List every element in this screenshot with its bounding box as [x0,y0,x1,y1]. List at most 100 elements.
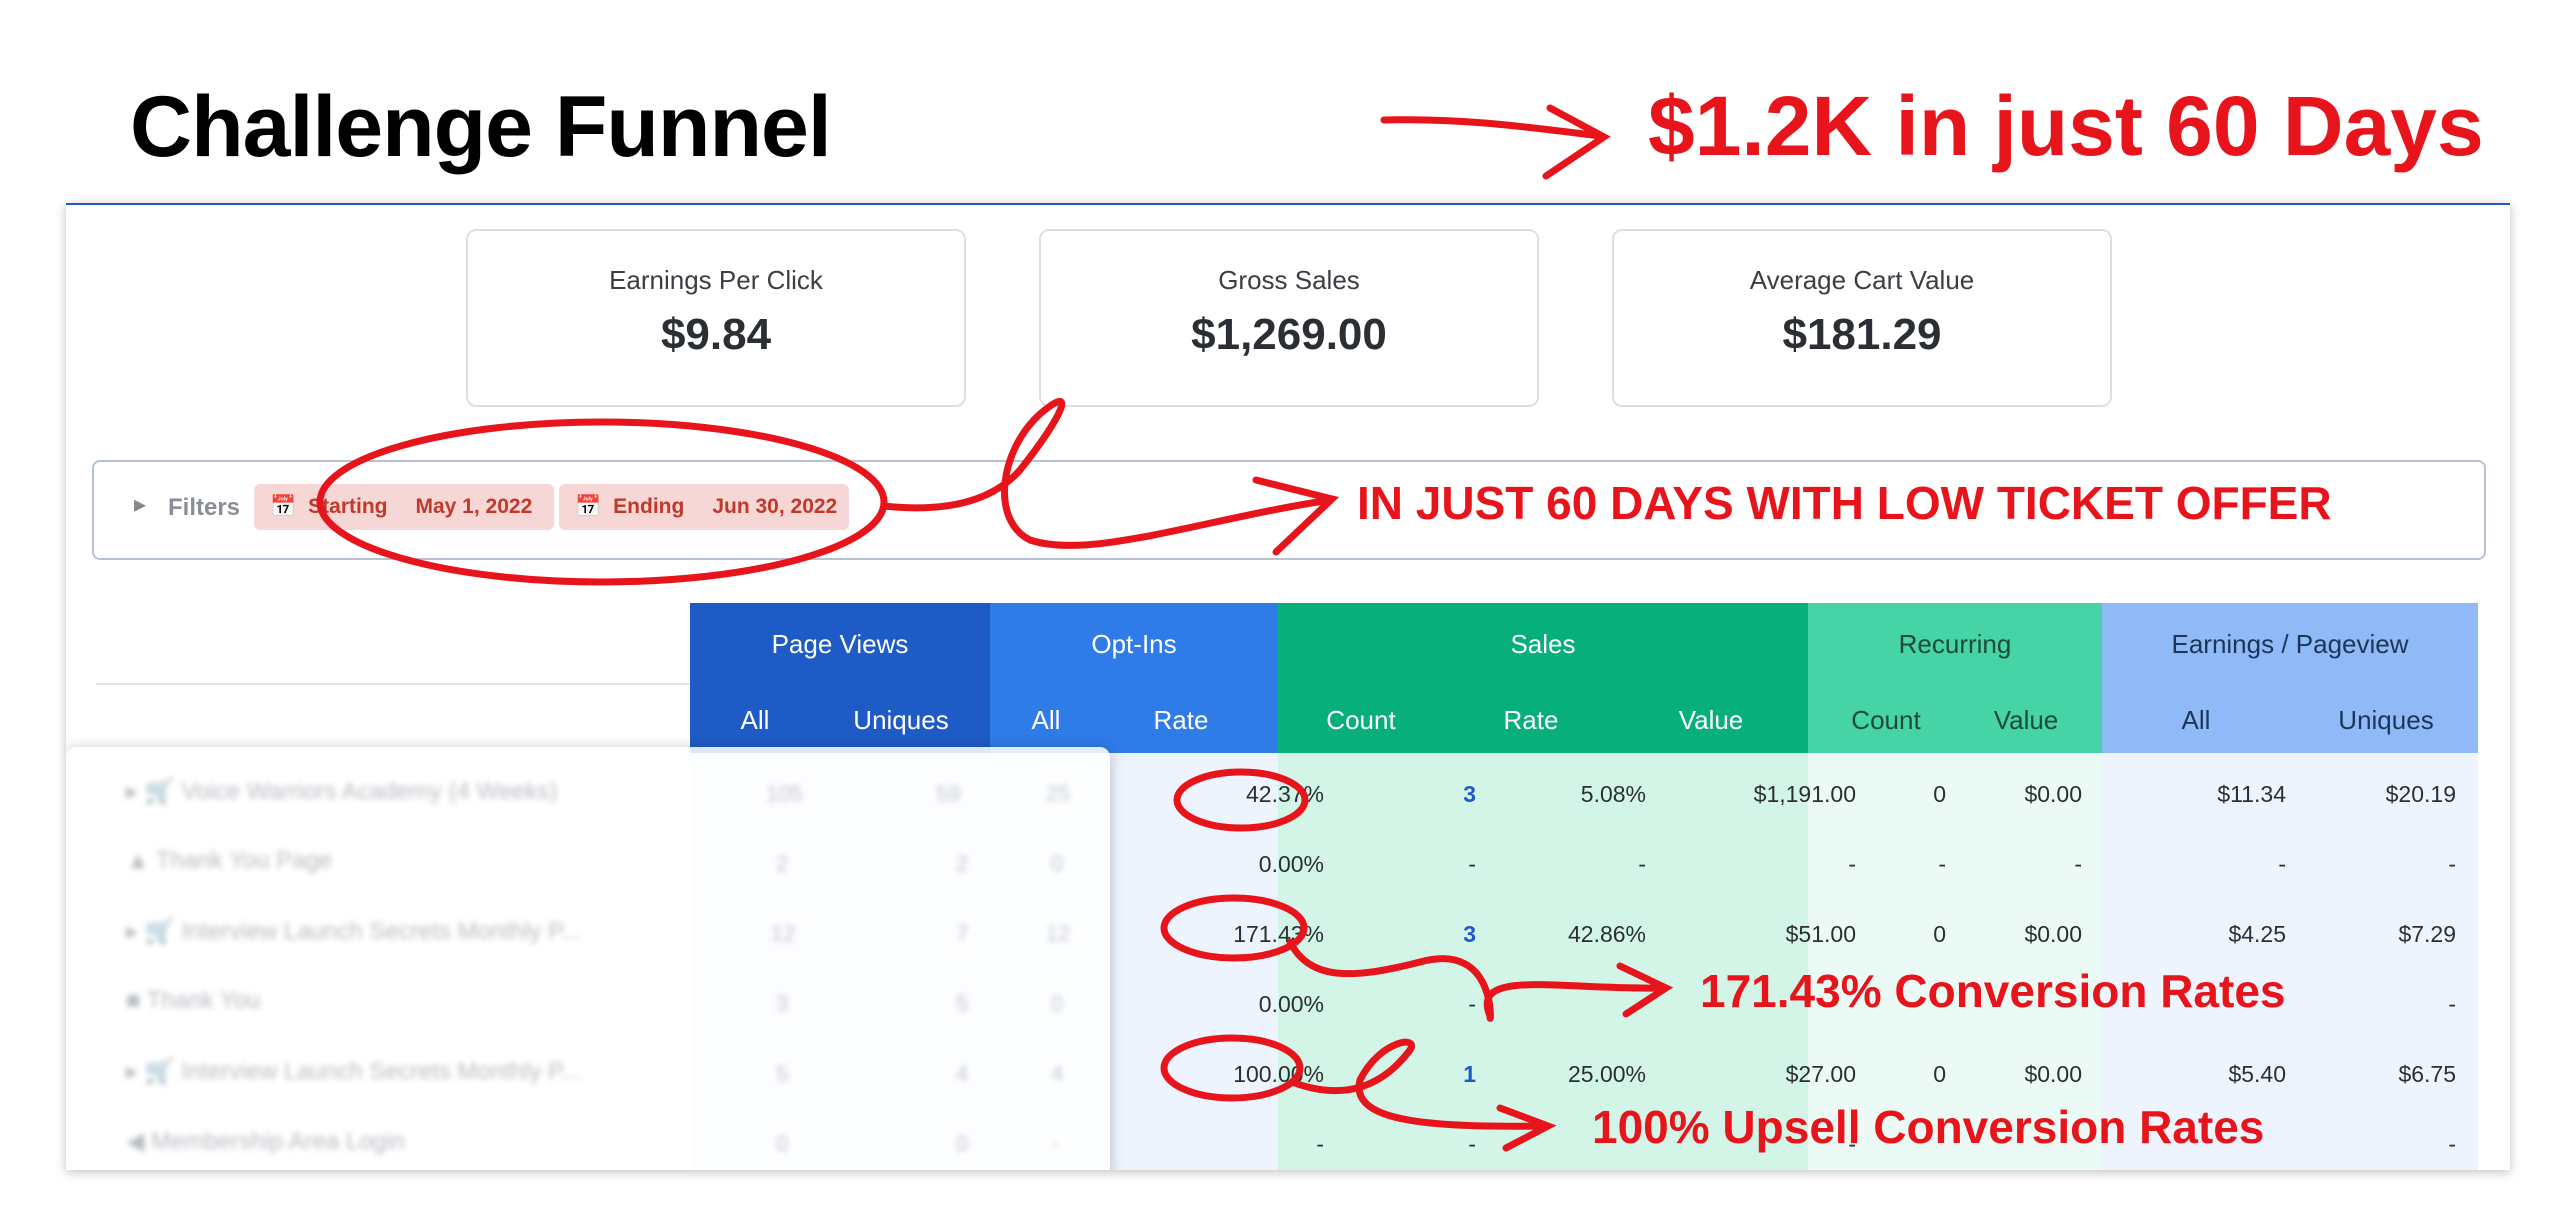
headline-arrow-line [1380,116,1604,140]
ghost-pv-all: 0 [776,1131,789,1156]
stat-value: $1,269.00 [1191,310,1387,359]
stat-label: Average Cart Value [1749,265,1975,295]
cell-sales-rate: 42.86% [1567,921,1646,947]
divider [96,683,756,685]
ghost-pv-all: 5 [776,1061,789,1086]
stat-value: $9.84 [660,310,772,359]
cell-epv-uniques: $6.75 [2398,1061,2456,1087]
cell-sales-count[interactable]: 1 [1396,1061,1476,1088]
stat-card-gross-sales: Gross Sales $1,269.00 [1039,229,1539,407]
step-row[interactable]: ▸ 🛒 Interview Launch Secrets Monthly P..… [126,917,581,946]
cell-opt-rate: 0.00% [1258,991,1324,1017]
ghost-pv-uniques: 2 [956,851,969,876]
ghost-opt-all: 0 [1051,991,1064,1016]
ghost-pv-all: 2 [776,851,789,876]
ghost-pv-uniques: 5 [956,991,969,1016]
step-row[interactable]: ▸ 🛒 Interview Launch Secrets Monthly P..… [126,1057,581,1086]
blurred-steps-overlay: ▸ 🛒 Voice Warriors Academy (4 Weeks) ▲ T… [66,747,1110,1170]
cell-rec-count: 0 [1933,1061,1946,1087]
subheader-opt-all[interactable]: All [1006,705,1086,736]
chip-date: Jun 30, 2022 [712,495,838,518]
step-row[interactable]: ▲ Thank You Page [126,847,332,875]
ghost-opt-all: - [1051,1131,1059,1156]
group-label-earnings-pageview: Earnings / Pageview [2171,629,2409,659]
cell-rec-value: $0.00 [2024,921,2082,947]
annotation-60-days: IN JUST 60 DAYS WITH LOW TICKET OFFER [1357,477,2332,529]
stat-label: Gross Sales [1218,265,1360,295]
cell-epv-all: $11.34 [2217,781,2286,807]
cell-sales-value: $51.00 [1785,921,1856,947]
cell-epv-uniques: $7.29 [2398,921,2456,947]
subheader-sales-count[interactable]: Count [1296,705,1426,736]
cell-sales-count[interactable]: 3 [1396,921,1476,948]
cell-sales-value: $1,191.00 [1753,781,1856,807]
subheader-epv-uniques[interactable]: Uniques [2316,705,2456,736]
starting-date-chip[interactable]: 📅 Starting May 1, 2022 [254,484,554,530]
cell-opt-rate: 100.00% [1233,1061,1324,1087]
chip-date: May 1, 2022 [415,495,533,518]
group-label-page-views: Page Views [771,629,909,659]
cell-sales-count: - [1468,1131,1476,1157]
ending-date-chip[interactable]: 📅 Ending Jun 30, 2022 [559,484,849,530]
subheader-rec-count[interactable]: Count [1826,705,1946,736]
page-title: Challenge Funnel [130,79,832,175]
cell-rec-value: - [2074,851,2082,877]
cell-epv-all: - [2278,851,2286,877]
ghost-opt-all: 25 [1046,781,1071,806]
headline-annotation: $1.2K in just 60 Days [1648,79,2484,173]
cell-sales-value: - [1848,851,1856,877]
subheader-rec-value[interactable]: Value [1966,705,2086,736]
ghost-opt-all: 12 [1046,921,1071,946]
subheader-opt-rate[interactable]: Rate [1116,705,1246,736]
cell-sales-rate: - [1638,851,1646,877]
ghost-pv-uniques: 59 [936,781,961,806]
cell-opt-rate: 171.43% [1233,921,1324,947]
calendar-icon: 📅 [575,495,602,518]
calendar-icon: 📅 [270,495,297,518]
cell-epv-uniques: - [2448,1131,2456,1157]
cell-sales-value: $27.00 [1785,1061,1856,1087]
step-row[interactable]: ■ Thank You [126,987,260,1015]
chip-label: Starting [308,495,388,518]
cell-epv-uniques: - [2448,851,2456,877]
funnel-stats-panel: Earnings Per Click $9.84 Gross Sales $1,… [66,203,2510,1170]
cell-opt-rate: - [1316,1131,1324,1157]
step-row[interactable]: ▸ 🛒 Voice Warriors Academy (4 Weeks) [126,777,557,806]
ghost-opt-all: 0 [1051,851,1064,876]
caret-right-icon[interactable]: ▸ [134,490,146,519]
ghost-pv-all: 12 [771,921,796,946]
stat-label: Earnings Per Click [609,265,823,295]
cell-sales-count[interactable]: 3 [1396,781,1476,808]
ghost-opt-all: 4 [1051,1061,1064,1086]
headline-arrow-head [1542,104,1611,180]
cell-epv-uniques: $20.19 [2385,781,2456,807]
cell-sales-count: - [1468,851,1476,877]
cell-opt-rate: 0.00% [1258,851,1324,877]
ghost-pv-all: 105 [766,781,803,806]
cell-sales-rate: 25.00% [1567,1061,1646,1087]
annotation-upsell-rates: 100% Upsell Conversion Rates [1592,1101,2265,1153]
stat-value: $181.29 [1782,310,1942,359]
cell-rec-count: 0 [1933,781,1946,807]
stat-card-earnings-per-click: Earnings Per Click $9.84 [466,229,966,407]
subheader-sales-rate[interactable]: Rate [1476,705,1586,736]
subheader-pv-uniques[interactable]: Uniques [826,705,976,736]
stat-card-average-cart-value: Average Cart Value $181.29 [1612,229,2112,407]
group-label-sales: Sales [1510,629,1576,659]
cell-rec-value: $0.00 [2024,1061,2082,1087]
step-row[interactable]: ◀ Membership Area Login [126,1127,405,1156]
ghost-pv-uniques: 7 [956,921,969,946]
cell-sales-count: - [1468,991,1476,1017]
cell-rec-count: 0 [1933,921,1946,947]
annotation-conversion-rates: 171.43% Conversion Rates [1700,965,2286,1017]
chip-label: Ending [613,495,685,518]
subheader-epv-all[interactable]: All [2146,705,2246,736]
group-label-recurring: Recurring [1898,629,2012,659]
ghost-pv-uniques: 0 [956,1131,969,1156]
filters-label: Filters [168,494,241,521]
cell-epv-uniques: - [2448,991,2456,1017]
cell-epv-all: $4.25 [2228,921,2286,947]
ghost-pv-uniques: 4 [956,1061,969,1086]
subheader-pv-all[interactable]: All [710,705,800,736]
subheader-sales-value[interactable]: Value [1646,705,1776,736]
